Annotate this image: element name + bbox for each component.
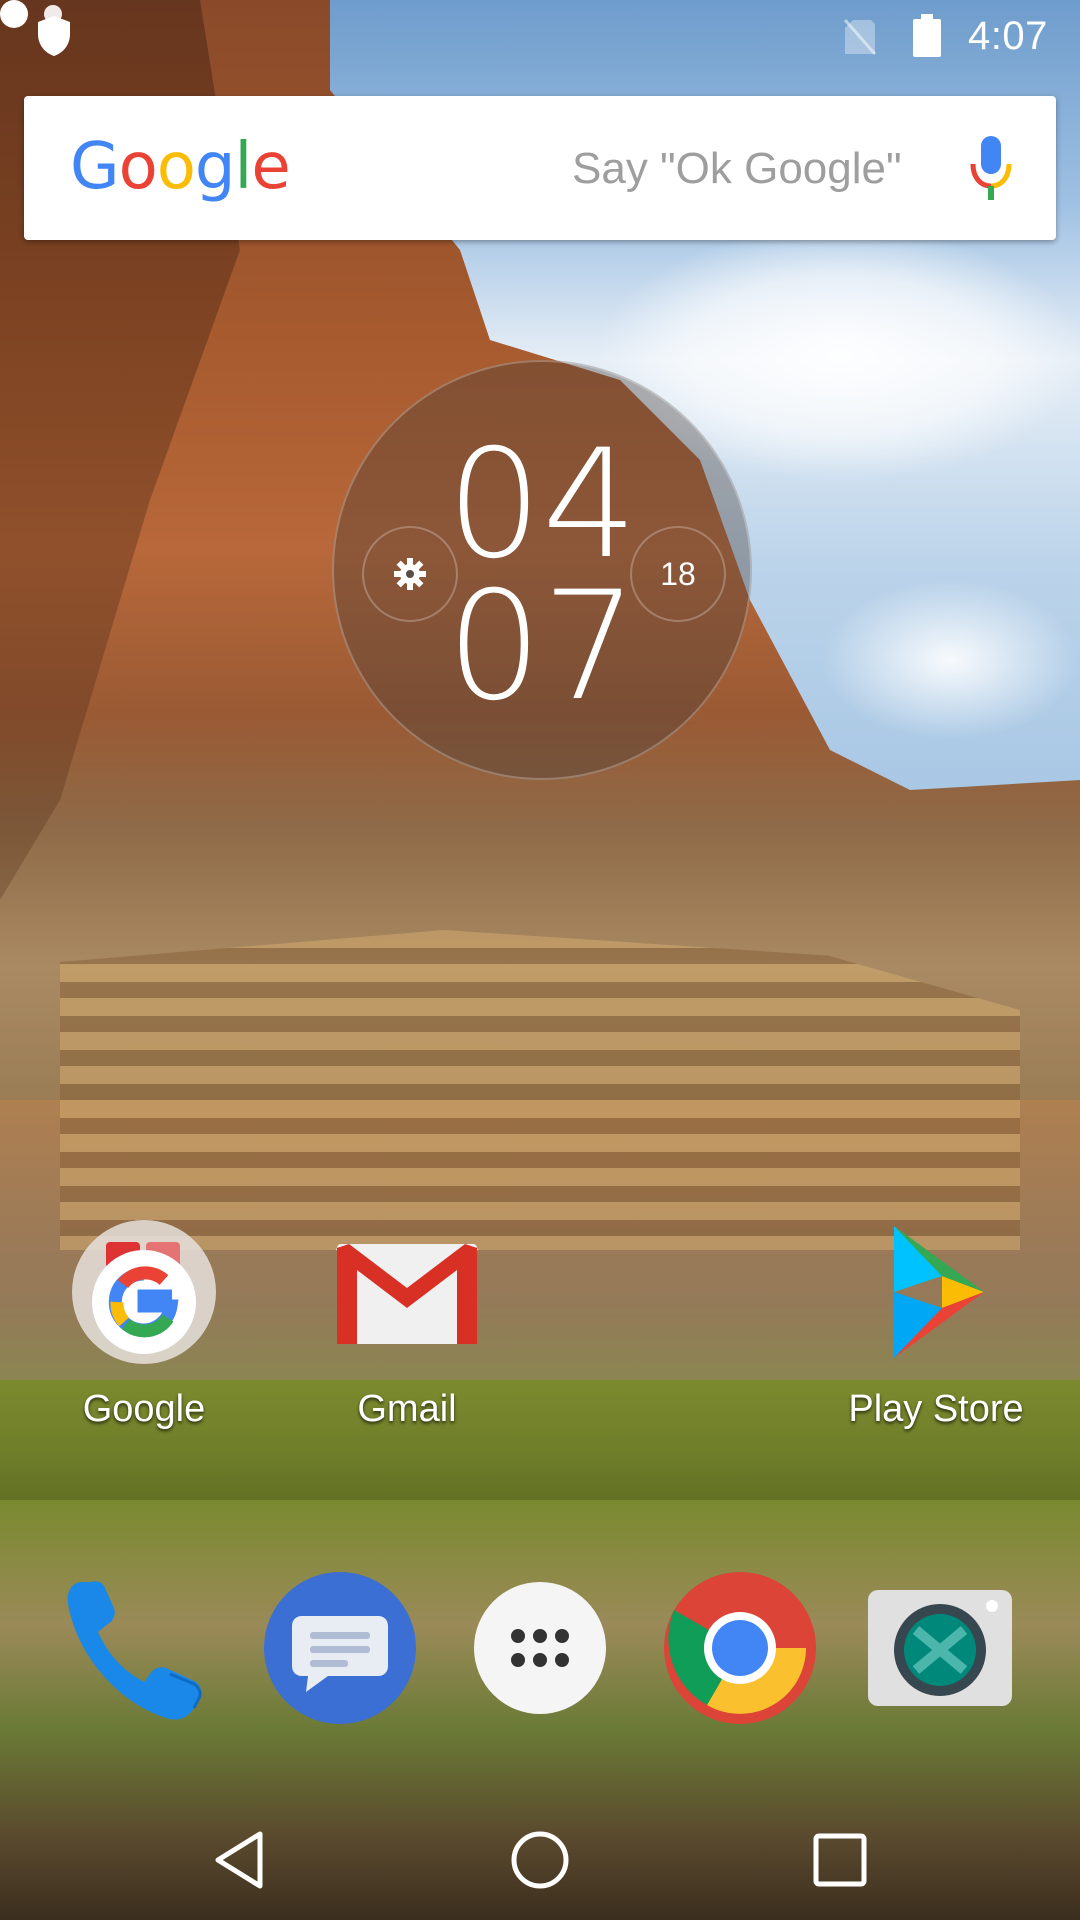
clock-widget[interactable]: 04 07 18 (332, 360, 752, 780)
back-icon[interactable] (200, 1820, 280, 1900)
google-logo-letter: g (194, 130, 236, 204)
google-search-bar[interactable]: Google Say "Ok Google" (24, 96, 1056, 240)
page-dot (44, 5, 62, 23)
status-bar: 4:07 (0, 0, 1080, 72)
app-gmail[interactable]: Gmail (307, 1190, 507, 1440)
app-play-store[interactable]: Play Store (836, 1190, 1036, 1440)
gmail-icon (335, 1244, 479, 1344)
camera-icon[interactable] (862, 1570, 1018, 1726)
home-icon[interactable] (500, 1820, 580, 1900)
app-label: Google (82, 1388, 206, 1430)
page-dot-active (0, 0, 28, 28)
app-label: Play Store (848, 1388, 1024, 1430)
phone-icon[interactable] (62, 1570, 218, 1726)
google-logo-letter: l (234, 130, 253, 204)
play-store-icon (894, 1226, 984, 1358)
app-label: Gmail (357, 1388, 457, 1430)
google-folder-icon (72, 1220, 216, 1364)
navigation-bar (0, 1800, 1080, 1920)
search-hint: Say "Ok Google" (572, 144, 902, 193)
no-sim-icon (843, 19, 877, 55)
chrome-icon[interactable] (662, 1570, 818, 1726)
wallpaper-cloud (820, 580, 1080, 740)
google-logo-letter: o (156, 130, 196, 204)
battery-icon (913, 14, 941, 57)
mic-icon[interactable] (969, 134, 1013, 202)
google-logo-letter: G (70, 130, 120, 204)
google-logo-letter: o (118, 130, 158, 204)
messages-icon[interactable] (262, 1570, 418, 1726)
app-google-folder[interactable]: Google (44, 1190, 244, 1440)
google-logo-letter: e (251, 130, 290, 204)
recents-icon[interactable] (800, 1820, 880, 1900)
widget-settings-button[interactable] (362, 526, 458, 622)
app-drawer-icon[interactable] (462, 1570, 618, 1726)
google-logo: Google (70, 126, 291, 206)
gear-icon (394, 558, 426, 590)
widget-date-button[interactable]: 18 (630, 526, 726, 622)
status-time: 4:07 (968, 14, 1048, 58)
home-screen: 4:07 Google Say "Ok Google" 04 07 18 Goo… (0, 0, 1080, 1920)
